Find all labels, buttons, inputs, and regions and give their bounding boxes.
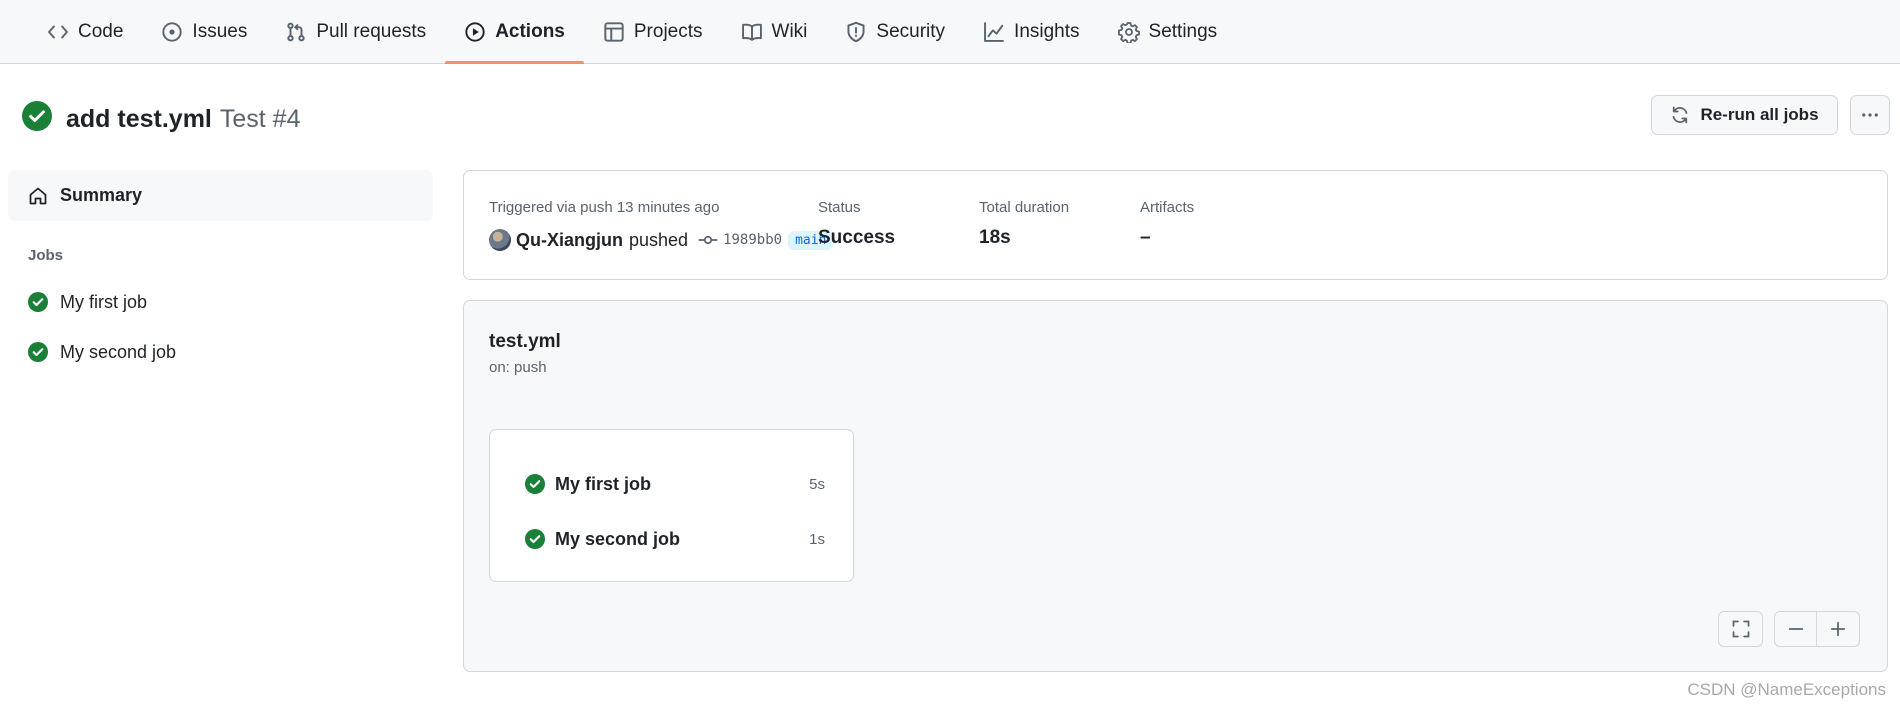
git-pull-request-icon xyxy=(285,21,307,43)
tab-pull-requests[interactable]: Pull requests xyxy=(266,0,445,63)
rerun-all-jobs-button[interactable]: Re-run all jobs xyxy=(1651,95,1838,135)
summary-label: Summary xyxy=(60,185,143,205)
sidebar-item-job[interactable]: My first job xyxy=(8,277,433,327)
gear-icon xyxy=(1117,21,1140,43)
run-title: add test.yml xyxy=(66,104,212,133)
shield-icon xyxy=(845,21,867,43)
kebab-horizontal-icon xyxy=(1860,105,1880,125)
job-duration: 1s xyxy=(809,530,825,548)
status-label: Status xyxy=(818,199,861,216)
actor-link[interactable]: Qu-Xiangjun xyxy=(516,230,623,251)
workflow-file-name: test.yml xyxy=(489,331,561,352)
action-text: pushed xyxy=(629,229,689,250)
job-duration: 5s xyxy=(809,475,825,493)
tab-security[interactable]: Security xyxy=(826,0,964,63)
success-check-icon xyxy=(525,529,545,549)
job-name: My first job xyxy=(60,291,148,312)
job-name: My second job xyxy=(555,528,681,549)
tab-wiki[interactable]: Wiki xyxy=(722,0,827,63)
tab-label: Pull requests xyxy=(316,20,427,42)
success-check-icon xyxy=(28,342,48,362)
sidebar-item-summary[interactable]: Summary xyxy=(8,170,433,221)
tab-insights[interactable]: Insights xyxy=(964,0,1098,63)
tab-actions[interactable]: Actions xyxy=(445,0,584,64)
tab-code[interactable]: Code xyxy=(28,0,142,63)
success-check-icon xyxy=(22,101,52,131)
tab-settings[interactable]: Settings xyxy=(1099,0,1237,63)
artifacts-label: Artifacts xyxy=(1140,199,1195,216)
book-icon xyxy=(741,21,763,43)
sidebar-item-job[interactable]: My second job xyxy=(8,327,433,377)
graph-icon xyxy=(983,21,1005,43)
graph-job[interactable]: My first job 5s xyxy=(525,471,825,497)
trigger-details: Qu-Xiangjun pushed 1989bb0 main xyxy=(489,227,834,253)
fullscreen-button[interactable] xyxy=(1718,611,1763,647)
run-number: Test #4 xyxy=(219,104,301,133)
table-icon xyxy=(603,21,625,43)
sync-icon xyxy=(1670,105,1690,125)
duration-value: 18s xyxy=(979,227,1011,248)
tab-projects[interactable]: Projects xyxy=(584,0,722,63)
job-group-box: My first job 5s My second job 1s xyxy=(489,429,854,582)
status-value: Success xyxy=(818,227,896,248)
duration-label: Total duration xyxy=(979,199,1070,216)
tab-label: Actions xyxy=(495,20,565,42)
more-actions-button[interactable] xyxy=(1850,95,1890,135)
git-commit-icon xyxy=(698,230,718,250)
rerun-label: Re-run all jobs xyxy=(1700,105,1819,124)
tab-issues[interactable]: Issues xyxy=(142,0,266,63)
commit-sha-link[interactable]: 1989bb0 xyxy=(723,232,782,248)
tab-label: Projects xyxy=(633,20,703,42)
avatar[interactable] xyxy=(489,229,511,251)
job-name: My first job xyxy=(555,473,652,494)
zoom-in-button[interactable] xyxy=(1816,611,1860,647)
tab-label: Issues xyxy=(192,20,248,42)
artifacts-value: – xyxy=(1140,227,1151,248)
code-icon xyxy=(47,21,69,43)
run-summary-card: Triggered via push 13 minutes ago Qu-Xia… xyxy=(463,170,1888,280)
workflow-graph: test.yml on: push My first job 5s My sec… xyxy=(463,300,1888,672)
workflow-trigger: on: push xyxy=(489,359,547,376)
issue-opened-icon xyxy=(161,21,183,43)
zoom-out-button[interactable] xyxy=(1774,611,1817,647)
tab-label: Code xyxy=(78,20,124,42)
page-title: add test.yml Test #4 xyxy=(66,98,300,135)
dash-icon xyxy=(1786,619,1806,639)
repo-nav: Code Issues Pull requests Actions Projec… xyxy=(0,0,1900,64)
tab-label: Settings xyxy=(1148,20,1218,42)
play-icon xyxy=(464,21,486,43)
run-header: add test.yml Test #4 xyxy=(22,98,300,134)
screen-full-icon xyxy=(1731,619,1751,639)
success-check-icon xyxy=(28,292,48,312)
jobs-heading: Jobs xyxy=(28,247,64,264)
tab-label: Insights xyxy=(1014,20,1080,42)
tab-label: Wiki xyxy=(771,20,808,42)
success-check-icon xyxy=(525,474,545,494)
tab-label: Security xyxy=(876,20,946,42)
trigger-text: Triggered via push 13 minutes ago xyxy=(489,199,720,216)
sidebar: Summary Jobs My first job My second job xyxy=(8,170,433,377)
job-name: My second job xyxy=(60,341,177,362)
graph-job[interactable]: My second job 1s xyxy=(525,526,825,552)
home-icon xyxy=(28,186,48,206)
plus-icon xyxy=(1828,619,1848,639)
watermark: CSDN @NameExceptions xyxy=(1687,680,1886,699)
